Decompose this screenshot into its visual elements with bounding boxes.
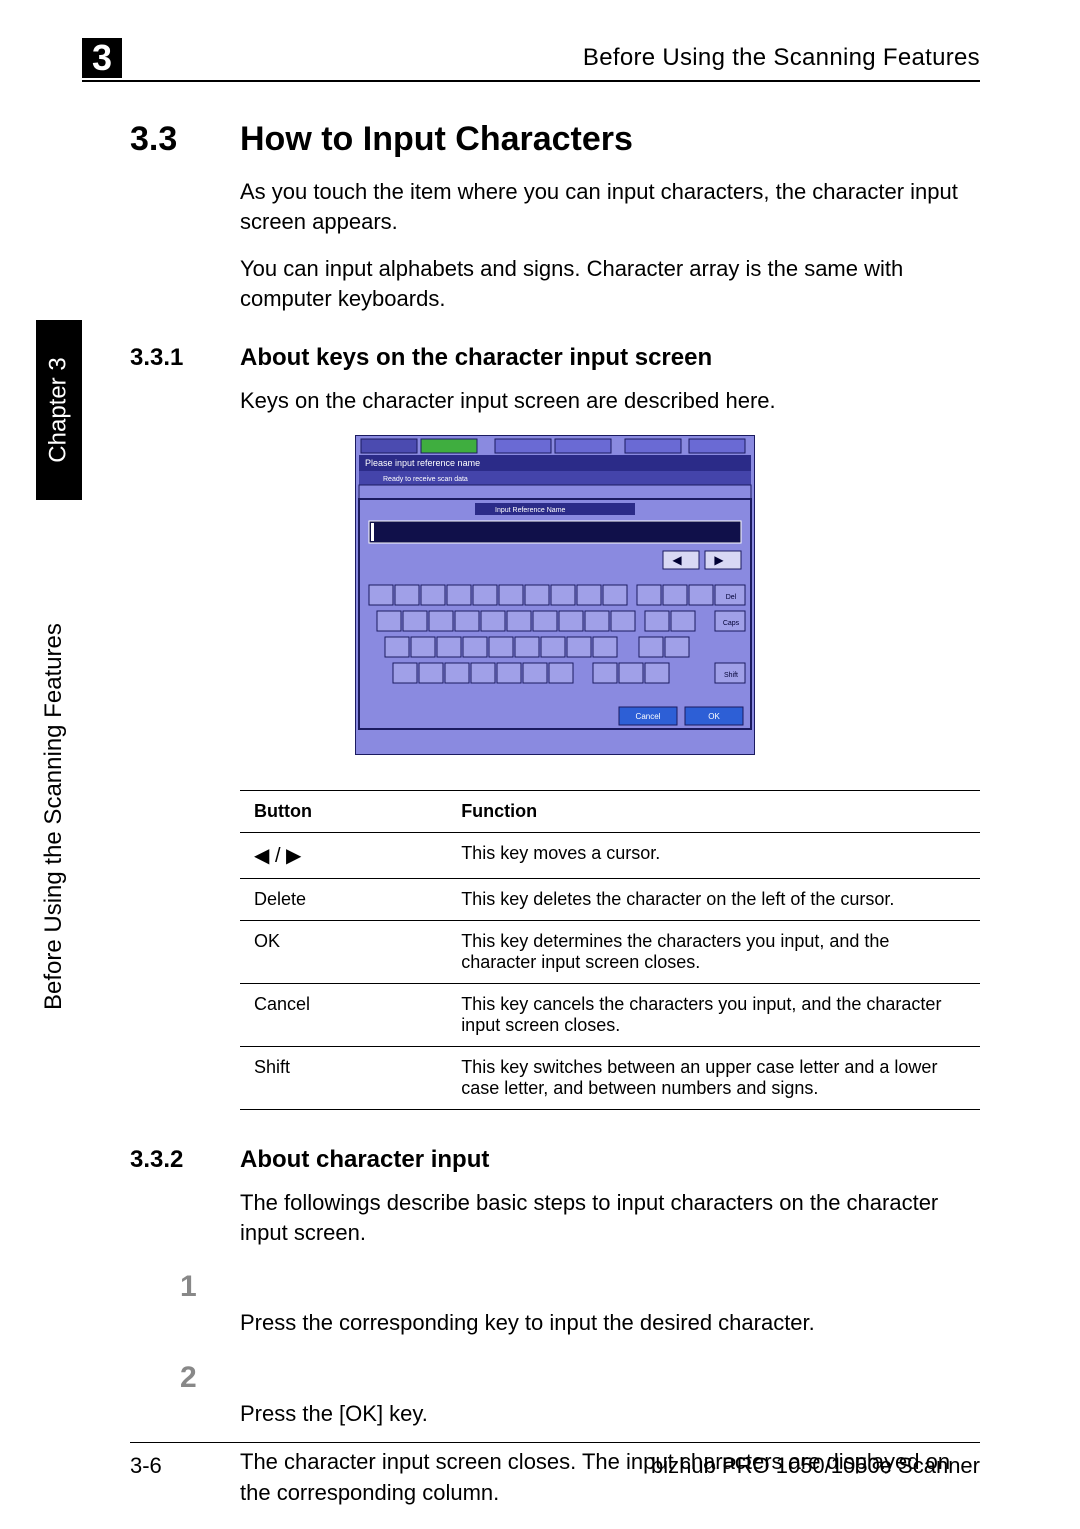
- section-number: 3.3: [130, 120, 240, 159]
- table-cell-button: Shift: [240, 1047, 447, 1110]
- running-header-title: Before Using the Scanning Features: [583, 44, 980, 72]
- svg-text:Del: Del: [726, 594, 737, 601]
- page-footer: 3-6 bizhub PRO 1050/1050e Scanner: [130, 1442, 980, 1479]
- table-cell-button: Cancel: [240, 984, 447, 1047]
- subsection-1-heading: 3.3.1About keys on the character input s…: [130, 344, 980, 372]
- table-cell-function: This key moves a cursor.: [447, 833, 980, 879]
- screenshot-ok: OK: [708, 712, 720, 721]
- arrow-left-right-icon: ◀ / ▶: [254, 845, 301, 867]
- footer-product-name: bizhub PRO 1050/1050e Scanner: [651, 1453, 980, 1479]
- table-row: Delete This key deletes the character on…: [240, 879, 980, 921]
- sidebar-section-title: Before Using the Scanning Features: [40, 623, 68, 1010]
- chapter-badge: 3: [82, 38, 122, 78]
- footer-page-number: 3-6: [130, 1453, 162, 1479]
- subsection-1-intro: Keys on the character input screen are d…: [240, 386, 980, 416]
- footer-rule: [130, 1442, 980, 1443]
- table-cell-function: This key determines the characters you i…: [447, 921, 980, 984]
- steps-list: 1 Press the corresponding key to input t…: [240, 1266, 980, 1430]
- table-cell-function: This key deletes the character on the le…: [447, 879, 980, 921]
- subsection-1-number: 3.3.1: [130, 344, 240, 372]
- header-rule: [82, 80, 980, 82]
- table-row: Shift This key switches between an upper…: [240, 1047, 980, 1110]
- svg-text:▶: ▶: [714, 553, 724, 567]
- screenshot-panel-title: Input Reference Name: [495, 507, 566, 514]
- screenshot-cancel: Cancel: [636, 712, 661, 721]
- table-header-function: Function: [447, 791, 980, 833]
- svg-text:Caps: Caps: [723, 620, 740, 627]
- section-paragraph-2: You can input alphabets and signs. Chara…: [240, 254, 980, 313]
- step-text: Press the corresponding key to input the…: [240, 1308, 1000, 1339]
- table-row: OK This key determines the characters yo…: [240, 921, 980, 984]
- character-input-screenshot: Please input reference name Ready to rec…: [355, 435, 755, 760]
- table-cell-button: OK: [240, 921, 447, 984]
- button-function-table: Button Function ◀ / ▶ This key moves a c…: [240, 790, 980, 1110]
- subsection-2-title: About character input: [240, 1146, 489, 1173]
- svg-text:◀: ◀: [672, 553, 682, 567]
- screenshot-instruction: Please input reference name: [365, 458, 480, 468]
- table-row: Cancel This key cancels the characters y…: [240, 984, 980, 1047]
- subsection-2-heading: 3.3.2About character input: [130, 1146, 980, 1174]
- step-number: 1: [180, 1266, 230, 1308]
- step-number: 2: [180, 1357, 230, 1399]
- step-text: Press the [OK] key.: [240, 1399, 1000, 1430]
- section-title: How to Input Characters: [240, 120, 633, 158]
- table-cell-button: Delete: [240, 879, 447, 921]
- svg-text:Shift: Shift: [724, 672, 738, 679]
- page-content: 3.3How to Input Characters As you touch …: [130, 120, 980, 1509]
- table-cell-function: This key cancels the characters you inpu…: [447, 984, 980, 1047]
- section-heading: 3.3How to Input Characters: [130, 120, 980, 159]
- screenshot-status: Ready to receive scan data: [383, 476, 468, 483]
- table-row: ◀ / ▶ This key moves a cursor.: [240, 833, 980, 879]
- sidebar-chapter-badge: Chapter 3: [36, 320, 82, 500]
- document-page: 3 Before Using the Scanning Features Cha…: [0, 0, 1080, 1529]
- screenshot-svg: Please input reference name Ready to rec…: [355, 435, 755, 755]
- step-item: 1 Press the corresponding key to input t…: [240, 1266, 980, 1339]
- subsection-2-number: 3.3.2: [130, 1146, 240, 1174]
- sidebar-chapter-label: Chapter 3: [45, 357, 73, 462]
- table-header-button: Button: [240, 791, 447, 833]
- table-cell-function: This key switches between an upper case …: [447, 1047, 980, 1110]
- step-item: 2 Press the [OK] key.: [240, 1357, 980, 1430]
- subsection-2-intro: The followings describe basic steps to i…: [240, 1188, 980, 1247]
- subsection-1-title: About keys on the character input screen: [240, 344, 712, 371]
- section-paragraph-1: As you touch the item where you can inpu…: [240, 177, 980, 236]
